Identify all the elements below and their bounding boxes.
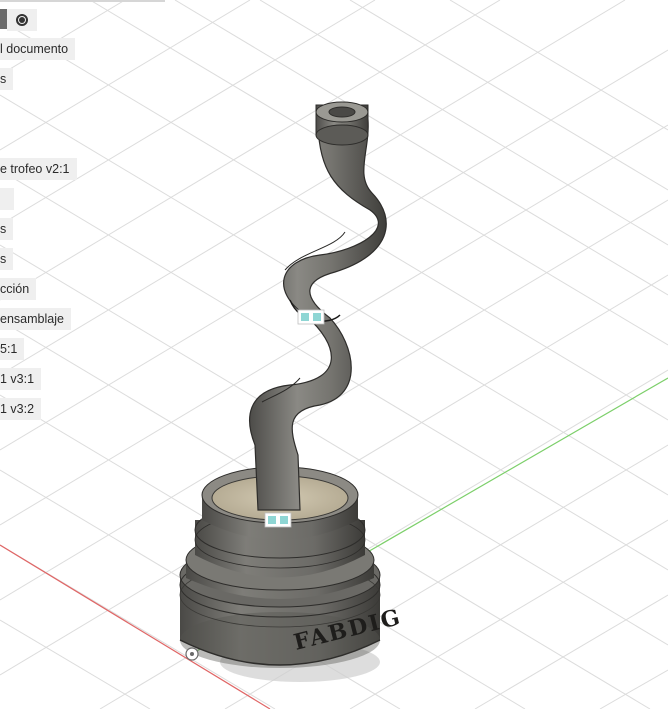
- browser-node[interactable]: 1 v3:2: [0, 398, 42, 420]
- joint-icon[interactable]: [297, 309, 325, 325]
- browser-node[interactable]: [0, 188, 14, 210]
- origin-icon[interactable]: [185, 647, 199, 661]
- browser-node[interactable]: s: [0, 248, 14, 270]
- browser-node[interactable]: s: [0, 68, 14, 90]
- browser-topbar: [0, 0, 165, 2]
- browser-node[interactable]: 5:1: [0, 338, 25, 360]
- visibility-toggle[interactable]: [0, 9, 7, 29]
- browser-node[interactable]: 1 v3:1: [0, 368, 42, 390]
- browser-node-assembly[interactable]: ensamblaje: [0, 308, 71, 330]
- joint-icon[interactable]: [264, 512, 292, 528]
- browser-panel: l documento s e trofeo v2:1 s s cción en…: [0, 0, 200, 430]
- visibility-radio-icon[interactable]: [7, 9, 37, 31]
- browser-node[interactable]: s: [0, 218, 14, 240]
- browser-node-component[interactable]: e trofeo v2:1: [0, 158, 77, 180]
- browser-node-section[interactable]: cción: [0, 278, 37, 300]
- browser-node-document-settings[interactable]: l documento: [0, 38, 76, 60]
